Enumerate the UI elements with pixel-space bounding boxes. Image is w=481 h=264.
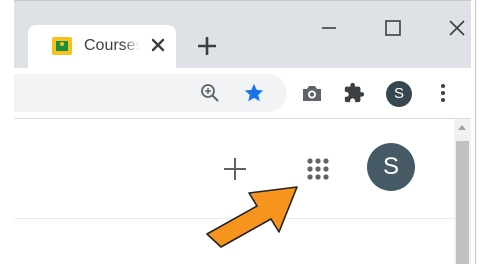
- scroll-up-arrow-icon[interactable]: [458, 125, 466, 130]
- tab-courses[interactable]: Courses: [28, 25, 176, 69]
- profile-avatar[interactable]: S: [386, 81, 412, 107]
- close-tab-icon[interactable]: [148, 35, 168, 55]
- browser-titlebar: Courses: [14, 0, 476, 69]
- zoom-icon[interactable]: [200, 83, 220, 103]
- close-window-icon[interactable]: [446, 17, 468, 39]
- google-classroom-icon: [52, 37, 72, 55]
- minimize-icon[interactable]: [318, 17, 340, 39]
- new-tab-icon[interactable]: [194, 33, 220, 59]
- window-frame-left: [0, 0, 14, 264]
- window-frame-edge: [475, 0, 476, 264]
- account-avatar[interactable]: S: [367, 143, 415, 191]
- extensions-puzzle-icon[interactable]: [343, 82, 365, 104]
- camera-icon[interactable]: [301, 83, 323, 103]
- annotation-arrow-icon: [206, 186, 298, 248]
- vertical-scrollbar[interactable]: [454, 119, 471, 264]
- browser-toolbar: S: [14, 68, 476, 118]
- more-menu-icon[interactable]: [439, 82, 447, 104]
- scrollbar-thumb[interactable]: [456, 141, 469, 264]
- maximize-icon[interactable]: [382, 17, 404, 39]
- tab-title: Courses: [84, 37, 140, 54]
- bookmark-star-icon[interactable]: [243, 82, 265, 104]
- window-frame-right: [471, 0, 481, 264]
